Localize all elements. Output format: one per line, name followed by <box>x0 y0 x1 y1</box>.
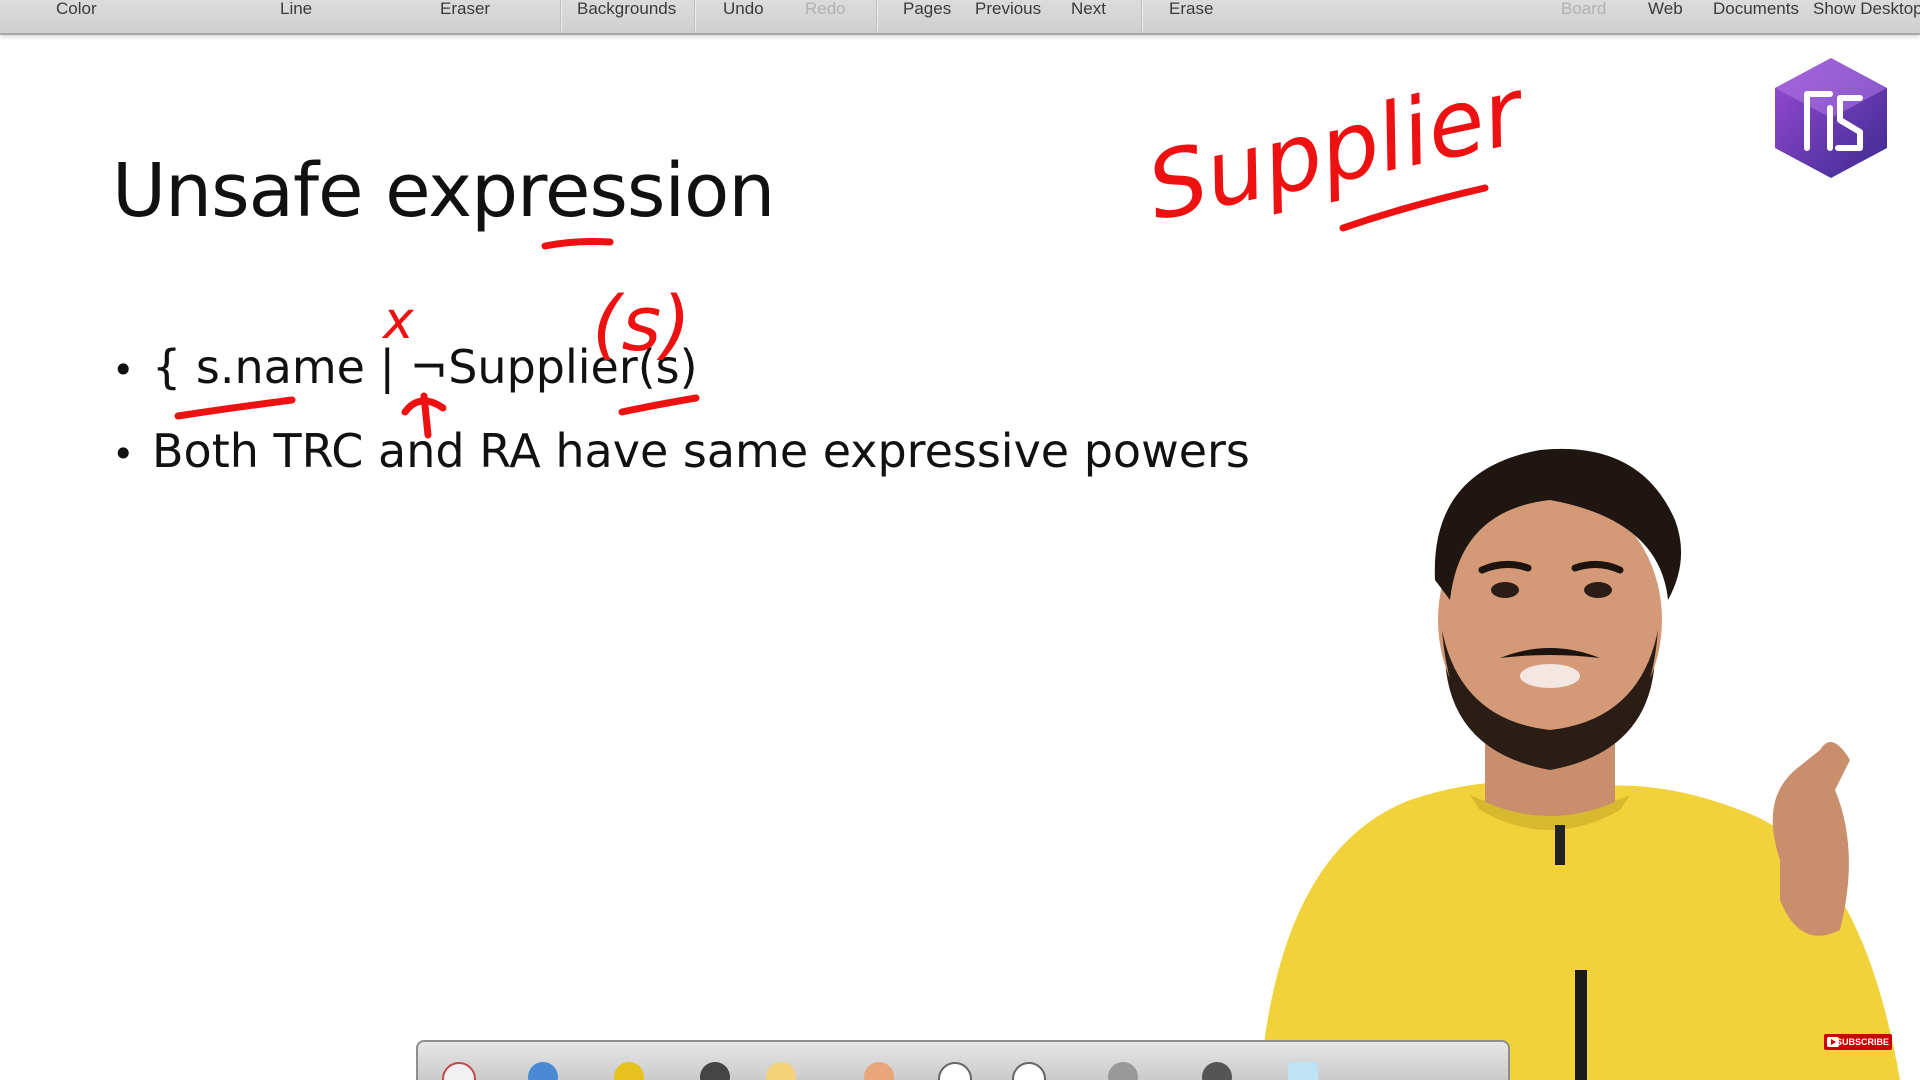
screen: Color Line Eraser Backgrounds Undo Redo … <box>0 0 1920 1080</box>
toolbar-separator <box>694 0 696 31</box>
supplier-handwriting: Supplier <box>1138 57 1536 242</box>
color-button[interactable]: Color <box>56 0 97 22</box>
highlighter-tool-icon[interactable] <box>614 1062 644 1080</box>
board-button[interactable]: Board <box>1561 0 1606 22</box>
documents-button[interactable]: Documents <box>1713 0 1799 22</box>
subscribe-badge[interactable]: SUBSCRIBE <box>1824 1034 1892 1050</box>
youtube-play-icon <box>1827 1037 1839 1047</box>
negation-arrow-head <box>401 397 447 416</box>
zoom-tool-icon[interactable] <box>938 1062 972 1080</box>
pages-button[interactable]: Pages <box>903 0 951 22</box>
subscribe-label: SUBSCRIBE <box>1835 1037 1889 1047</box>
line-tool-icon[interactable] <box>1108 1062 1138 1080</box>
line-button[interactable]: Line <box>280 0 312 22</box>
bullet-item: • Both TRC and RA have same expressive po… <box>112 424 1250 478</box>
toolbar-separator <box>876 0 878 31</box>
next-button[interactable]: Next <box>1071 0 1106 22</box>
erase-button[interactable]: Erase <box>1169 0 1213 22</box>
paren-s-underline-stroke <box>618 394 700 416</box>
drawing-tool-palette <box>416 1040 1510 1080</box>
undo-button[interactable]: Undo <box>723 0 764 22</box>
backgrounds-button[interactable]: Backgrounds <box>577 0 676 22</box>
search-tool-icon[interactable] <box>1012 1062 1046 1080</box>
top-toolbar: Color Line Eraser Backgrounds Undo Redo … <box>0 0 1920 35</box>
arrow-tool-icon[interactable] <box>700 1062 730 1080</box>
bullet-text: Both TRC and RA have same expressive pow… <box>152 424 1250 478</box>
previous-button[interactable]: Previous <box>975 0 1041 22</box>
bullet-marker: • <box>112 348 135 392</box>
shape-tool-icon[interactable] <box>1202 1062 1232 1080</box>
web-button[interactable]: Web <box>1648 0 1683 22</box>
pointer-tool-icon[interactable] <box>442 1062 476 1080</box>
spotlight-tool-icon[interactable] <box>766 1062 796 1080</box>
supplier-underline-stroke <box>1339 184 1489 232</box>
toolbar-separator <box>1141 0 1143 31</box>
redo-button[interactable]: Redo <box>805 0 846 22</box>
slide-title: Unsafe expression <box>112 148 775 234</box>
presenter-video <box>1260 448 1900 1080</box>
hand-tool-icon[interactable] <box>864 1062 894 1080</box>
title-underline-stroke <box>541 238 614 250</box>
eraser-button[interactable]: Eraser <box>440 0 490 22</box>
bullet-item: • { s.name | ¬Supplier(s) <box>112 340 698 394</box>
bullet-marker: • <box>112 432 135 476</box>
bullet-text: { s.name | ¬Supplier(s) <box>152 340 698 394</box>
screen-tool-icon[interactable] <box>1288 1062 1318 1080</box>
toolbar-separator <box>560 0 562 31</box>
sname-underline-stroke <box>174 396 296 420</box>
gs-hexagon-logo-icon <box>1775 58 1887 178</box>
pen-blue-tool-icon[interactable] <box>528 1062 558 1080</box>
show-desktop-button[interactable]: Show Desktop <box>1813 0 1920 22</box>
